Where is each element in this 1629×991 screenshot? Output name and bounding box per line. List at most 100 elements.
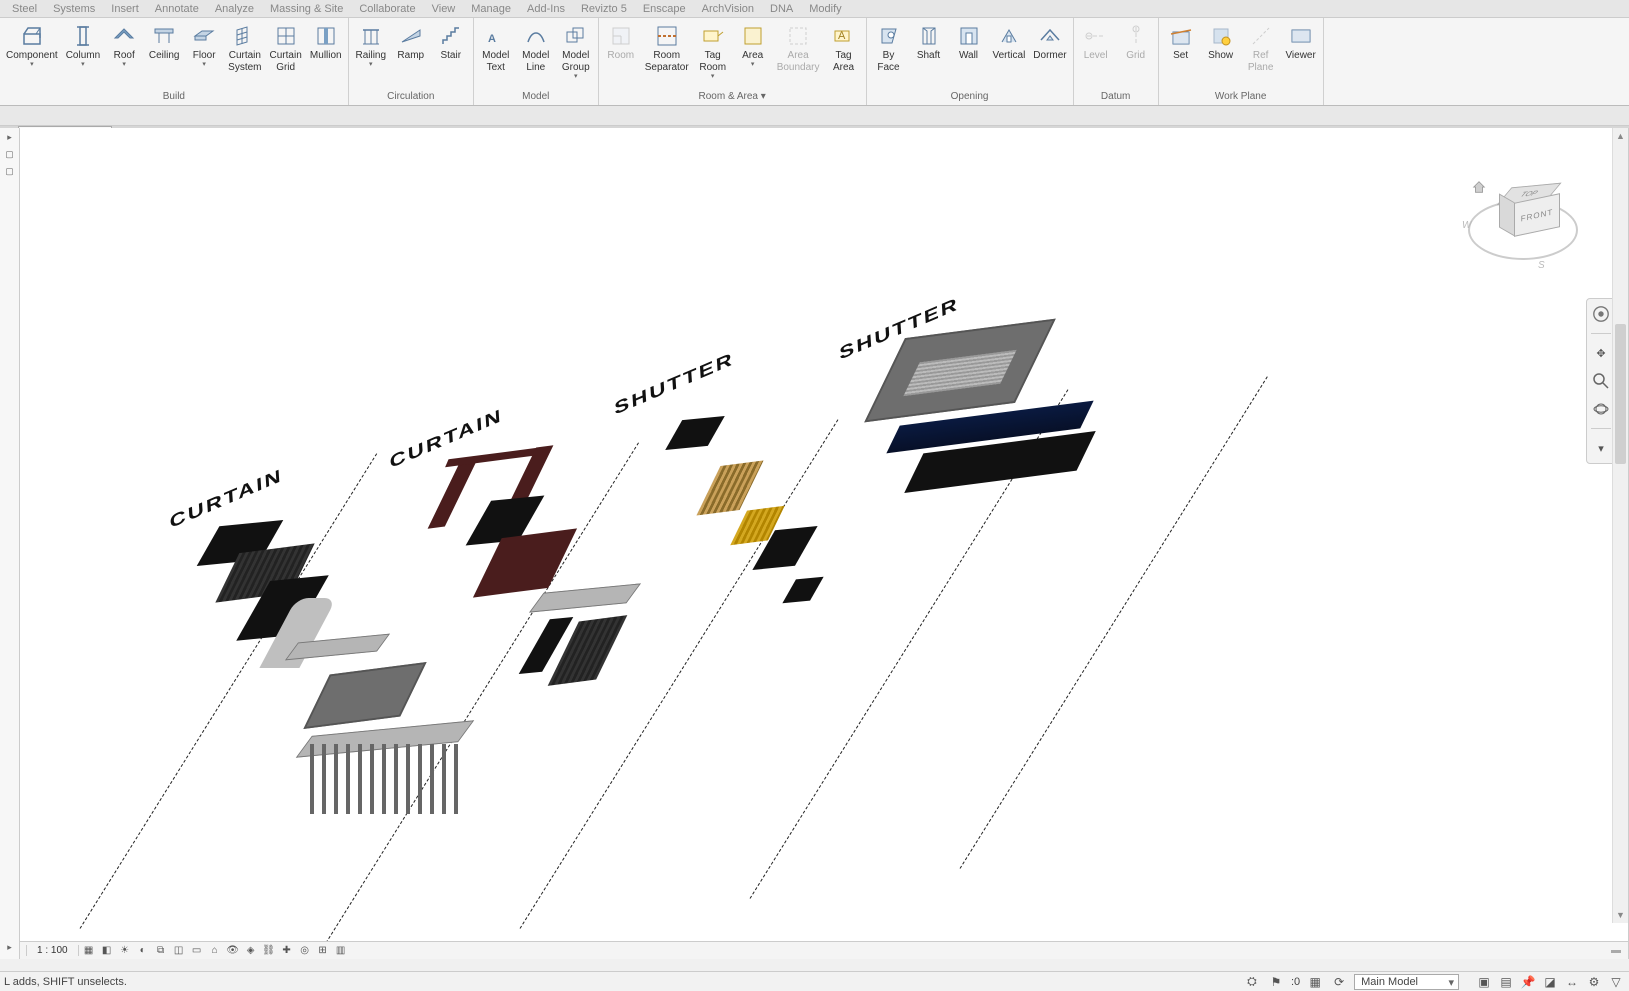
menu-addins[interactable]: Add-Ins [519,3,573,15]
ribbon-group-model: AModel TextModel LineModel GroupModel [474,18,599,105]
panel-handle-icon-2[interactable]: ▢ [5,166,14,177]
temp-hide-icon[interactable]: 👁 [225,944,241,958]
menu-systems[interactable]: Systems [45,3,103,15]
vertical-scrollbar[interactable]: ▲ ▼ [1612,128,1628,923]
model-line-button[interactable]: Model Line [516,22,556,76]
steering-wheel-icon[interactable] [1590,303,1612,325]
select-pinned-icon[interactable]: 📌 [1519,974,1537,990]
model-group-button[interactable]: Model Group [556,22,596,82]
expand-properties-icon[interactable]: ▸ [7,132,12,143]
menu-revizto[interactable]: Revizto 5 [573,3,635,15]
drag-elements-icon[interactable]: ↔ [1563,974,1581,990]
menu-archvision[interactable]: ArchVision [694,3,762,15]
panel-handle-icon[interactable]: ▢ [5,149,14,160]
wall-opening-button[interactable]: Wall [949,22,989,64]
show-button[interactable]: Show [1201,22,1241,64]
scroll-track[interactable] [1613,144,1628,907]
mullion-button[interactable]: Mullion [306,22,346,64]
menu-view[interactable]: View [424,3,464,15]
sun-path-icon[interactable]: ☀ [117,944,133,958]
3d-canvas[interactable]: CURTAIN CURTAIN SHUTTER SHUTTER [20,128,1628,941]
ramp-button[interactable]: Ramp [391,22,431,64]
viewcube-home-icon[interactable] [1472,180,1486,194]
expand-bottom-icon[interactable]: ▸ [7,942,12,953]
curtain-system-icon [233,24,257,48]
model-text-icon: A [484,24,508,48]
curtain-grid-button[interactable]: Curtain Grid [266,22,306,76]
crop-view-icon[interactable]: ◫ [171,944,187,958]
analytical-icon[interactable]: ✚ [279,944,295,958]
orbit-icon[interactable] [1590,398,1612,420]
select-links-icon[interactable]: ▣ [1475,974,1493,990]
reveal-grids-icon[interactable]: ⊞ [315,944,331,958]
view-cube[interactable]: TOP FRONT W S [1468,168,1588,278]
reveal-hidden-icon[interactable]: ◈ [243,944,259,958]
active-workset-icon[interactable]: ▦ [1306,974,1324,990]
lock-3d-icon[interactable]: ⌂ [207,944,223,958]
viewcube-s: S [1538,260,1545,271]
select-by-face-icon[interactable]: ◪ [1541,974,1559,990]
drawing-area[interactable]: CURTAIN CURTAIN SHUTTER SHUTTER [20,128,1629,959]
viewer-button[interactable]: Viewer [1281,22,1321,64]
model-updates-icon[interactable]: ⟳ [1330,974,1348,990]
editing-requests-icon[interactable]: ⚑ [1267,974,1285,990]
tag-area-button[interactable]: ATag Area [824,22,864,76]
menu-collaborate[interactable]: Collaborate [351,3,423,15]
constraints-icon[interactable]: ⛓ [261,944,277,958]
scroll-down-icon[interactable]: ▼ [1613,907,1628,923]
menu-enscape[interactable]: Enscape [635,3,694,15]
menu-dna[interactable]: DNA [762,3,801,15]
view-scale[interactable]: 1 : 100 [26,945,79,956]
menu-steel[interactable]: Steel [4,3,45,15]
dormer-button[interactable]: Dormer [1029,22,1070,64]
ribbon-group-circulation: RailingRampStairCirculation [349,18,474,105]
shadows-icon[interactable]: ◐ [135,944,151,958]
tag-room-button[interactable]: Tag Room [693,22,733,82]
menu-annotate[interactable]: Annotate [147,3,207,15]
navbar-expand-icon[interactable]: ▾ [1590,437,1612,459]
model-text-button[interactable]: AModel Text [476,22,516,76]
svg-text:A: A [488,33,496,45]
stair-button[interactable]: Stair [431,22,471,64]
menu-modify[interactable]: Modify [801,3,849,15]
column-button[interactable]: Column [62,22,104,70]
set-button[interactable]: Set [1161,22,1201,64]
by-face-button[interactable]: By Face [869,22,909,76]
clip-icon[interactable]: ▥ [333,944,349,958]
railing-icon [359,24,383,48]
menu-analyze[interactable]: Analyze [207,3,262,15]
active-workset-select[interactable]: Main Model [1354,974,1459,990]
select-underlay-icon[interactable]: ▤ [1497,974,1515,990]
scroll-thumb[interactable] [1615,324,1626,464]
shaft-button[interactable]: Shaft [909,22,949,64]
curtain-system-button[interactable]: Curtain System [224,22,265,76]
ceiling-button[interactable]: Ceiling [144,22,184,64]
filter-icon[interactable]: ▽ [1607,974,1625,990]
column-icon [71,24,95,48]
background-processes-icon[interactable]: ⚙ [1585,974,1603,990]
floor-button[interactable]: Floor [184,22,224,70]
room-separator-button[interactable]: Room Separator [641,22,693,76]
scroll-up-icon[interactable]: ▲ [1613,128,1628,144]
menu-manage[interactable]: Manage [463,3,519,15]
component-button[interactable]: Component [2,22,62,70]
menu-insert[interactable]: Insert [103,3,147,15]
show-crop-icon[interactable]: ▭ [189,944,205,958]
pan-icon[interactable]: ✥ [1590,342,1612,364]
railing-button[interactable]: Railing [351,22,391,70]
area-button[interactable]: Area [733,22,773,70]
highlight-disp-icon[interactable]: ◎ [297,944,313,958]
zoom-icon[interactable] [1590,370,1612,392]
visual-style-icon[interactable]: ◧ [99,944,115,958]
view-resize-grip[interactable]: ▬ [1611,945,1622,956]
vertical-button[interactable]: Vertical [989,22,1030,64]
by-face-label: By Face [877,50,899,74]
render-dialog-icon[interactable]: ⧉ [153,944,169,958]
viewcube-cube[interactable]: TOP FRONT [1496,182,1556,242]
menu-massing[interactable]: Massing & Site [262,3,351,15]
roof-button[interactable]: Roof [104,22,144,70]
detail-level-icon[interactable]: ▦ [81,944,97,958]
ribbon-group-label: Room & Area ▾ [601,88,864,105]
properties-palette-collapsed[interactable]: ▸ ▢ ▢ ▸ [0,128,20,959]
workset-icon[interactable]: ⛭ [1243,974,1261,990]
